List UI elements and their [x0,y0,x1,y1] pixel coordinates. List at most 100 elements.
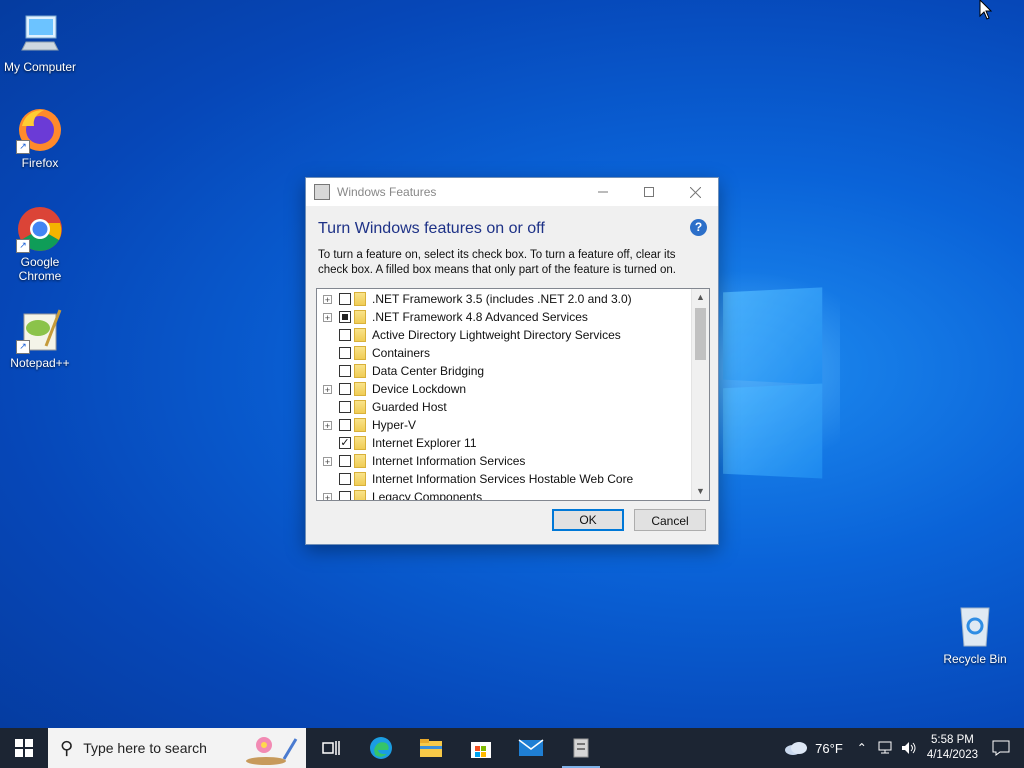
desktop-icon-google-chrome[interactable]: ↗ Google Chrome [0,205,80,283]
features-scrollbar[interactable]: ▲ ▼ [691,289,709,500]
taskbar: ⚲ Type here to search 76°F ⌃ 5:58 PM 4/1… [0,728,1024,768]
minimize-icon [598,191,608,193]
folder-icon [354,418,366,432]
feature-row[interactable]: ✓ Internet Explorer 11 [317,434,709,452]
system-tray: 76°F ⌃ 5:58 PM 4/14/2023 [783,728,1024,768]
taskbar-windows-features[interactable] [556,728,606,768]
chevron-up-icon[interactable]: ⌃ [857,741,867,755]
taskbar-store[interactable] [456,728,506,768]
feature-row[interactable]: Containers [317,344,709,362]
feature-row[interactable]: Internet Information Services Hostable W… [317,470,709,488]
network-icon[interactable] [877,741,893,755]
feature-label: Internet Information Services [372,454,526,468]
feature-checkbox[interactable] [339,293,351,305]
wallpaper-logo-pane [723,383,823,479]
taskbar-mail[interactable] [506,728,556,768]
close-button[interactable] [672,178,718,206]
feature-label: Active Directory Lightweight Directory S… [372,328,621,342]
chrome-icon: ↗ [16,205,64,253]
feature-label: Internet Information Services Hostable W… [372,472,634,486]
notifications-icon[interactable] [992,740,1010,756]
folder-icon [354,382,366,396]
folder-icon [354,364,366,378]
feature-checkbox[interactable] [339,329,351,341]
task-view-icon [322,741,340,755]
desktop-icon-recycle-bin[interactable]: Recycle Bin [935,602,1015,666]
weather-cloud-icon[interactable] [783,740,809,756]
feature-label: Internet Explorer 11 [372,436,477,450]
feature-label: Legacy Components [372,490,483,501]
taskbar-file-explorer[interactable] [406,728,456,768]
features-tree[interactable]: + .NET Framework 3.5 (includes .NET 2.0 a… [316,288,710,501]
scroll-up-arrow-icon[interactable]: ▲ [692,289,709,306]
taskbar-clock[interactable]: 5:58 PM 4/14/2023 [927,733,978,763]
feature-checkbox[interactable] [339,473,351,485]
feature-row[interactable]: + Hyper-V [317,416,709,434]
shortcut-arrow-icon: ↗ [16,239,30,253]
folder-icon [354,346,366,360]
minimize-button[interactable] [580,178,626,206]
folder-icon [420,739,442,757]
feature-row[interactable]: + .NET Framework 3.5 (includes .NET 2.0 a… [317,290,709,308]
feature-checkbox[interactable] [339,491,351,500]
scroll-thumb[interactable] [695,308,706,360]
feature-checkbox[interactable] [339,401,351,413]
desktop-icon-my-computer[interactable]: My Computer [0,10,80,74]
feature-checkbox[interactable] [339,365,351,377]
feature-label: Hyper-V [372,418,417,432]
desktop-icon-notepad-plus-plus[interactable]: ↗ Notepad++ [0,306,80,370]
desktop-icon-label: Google Chrome [18,255,62,283]
search-icon: ⚲ [60,737,74,758]
desktop-icon-firefox[interactable]: ↗ Firefox [0,106,80,170]
clock-date: 4/14/2023 [926,749,978,761]
help-icon[interactable]: ? [690,219,707,236]
feature-row[interactable]: Guarded Host [317,398,709,416]
feature-checkbox[interactable]: ✓ [339,437,351,449]
weather-temperature[interactable]: 76°F [815,741,843,756]
feature-checkbox[interactable] [339,419,351,431]
feature-label: .NET Framework 3.5 (includes .NET 2.0 an… [372,292,632,306]
maximize-button[interactable] [626,178,672,206]
feature-row[interactable]: Active Directory Lightweight Directory S… [317,326,709,344]
folder-icon [354,454,366,468]
feature-row[interactable]: + Device Lockdown [317,380,709,398]
feature-checkbox[interactable] [339,347,351,359]
edge-icon [370,737,392,759]
expand-plus-icon[interactable]: + [323,420,332,430]
expand-plus-icon[interactable]: + [323,312,332,322]
cancel-button[interactable]: Cancel [634,509,706,531]
feature-row[interactable]: Data Center Bridging [317,362,709,380]
feature-row[interactable]: + Legacy Components [317,488,709,501]
volume-icon[interactable] [901,741,917,755]
feature-checkbox[interactable] [339,455,351,467]
feature-label: Device Lockdown [372,382,467,396]
task-view-button[interactable] [306,728,356,768]
shortcut-arrow-icon: ↗ [16,140,30,154]
taskbar-search-box[interactable]: ⚲ Type here to search [48,728,306,768]
start-button[interactable] [0,728,48,768]
windows-features-dialog: Windows Features Turn Windows features o… [305,177,719,545]
feature-row[interactable]: + .NET Framework 4.8 Advanced Services [317,308,709,326]
scroll-down-arrow-icon[interactable]: ▼ [692,483,709,500]
desktop-icon-label: Recycle Bin [943,652,1007,666]
feature-checkbox[interactable] [339,311,351,323]
ok-button[interactable]: OK [552,509,624,531]
folder-icon [354,400,366,414]
windows-features-icon [573,738,589,758]
dialog-titlebar[interactable]: Windows Features [306,178,718,206]
clock-time: 5:58 PM [931,734,974,746]
taskbar-edge[interactable] [356,728,406,768]
expand-plus-icon[interactable]: + [323,456,332,466]
dialog-title: Windows Features [337,185,437,199]
feature-row[interactable]: + Internet Information Services [317,452,709,470]
windows-features-icon [314,184,330,200]
folder-icon [354,310,366,324]
shortcut-arrow-icon: ↗ [16,340,30,354]
folder-icon [354,436,366,450]
mail-icon [518,739,544,756]
feature-checkbox[interactable] [339,383,351,395]
expand-plus-icon[interactable]: + [323,384,332,394]
expand-plus-icon[interactable]: + [323,492,332,500]
search-placeholder: Type here to search [83,740,207,756]
expand-plus-icon[interactable]: + [323,294,332,304]
